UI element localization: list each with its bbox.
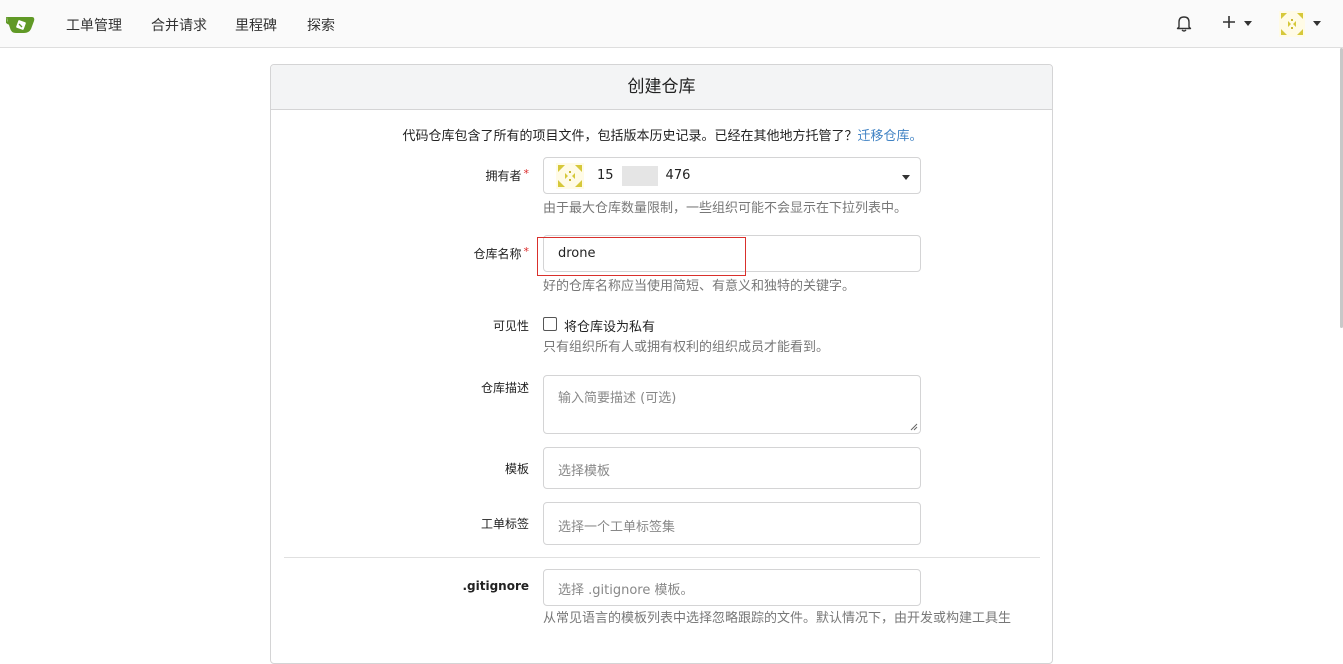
migrate-repo-link[interactable]: 迁移仓库。	[858, 129, 923, 144]
create-new-dropdown[interactable]	[1220, 14, 1254, 34]
repo-name-help: 好的仓库名称应当使用简短、有意义和独特的关键字。	[543, 279, 856, 294]
issue-labels-label: 工单标签	[480, 517, 529, 531]
chevron-down-icon	[1313, 21, 1321, 26]
plus-icon	[1223, 16, 1235, 28]
nav-milestones[interactable]: 里程碑	[235, 15, 277, 35]
private-checkbox-label[interactable]: 将仓库设为私有	[564, 316, 655, 335]
repo-name-label-text: 仓库名称	[473, 247, 522, 261]
redaction-mask	[622, 166, 658, 186]
repo-name-label: 仓库名称 *	[329, 245, 529, 262]
issue-labels-select[interactable]: 选择一个工单标签集	[543, 502, 921, 545]
description-textarea[interactable]: 输入简要描述 (可选)	[543, 375, 921, 434]
highlight-box	[537, 237, 746, 276]
visibility-help: 只有组织所有人或拥有权利的组织成员才能看到。	[543, 340, 830, 355]
owner-label-text: 拥有者	[485, 169, 522, 183]
resize-handle-icon[interactable]	[910, 423, 918, 431]
private-checkbox[interactable]	[543, 317, 557, 331]
owner-avatar	[556, 163, 584, 189]
required-asterisk: *	[523, 245, 530, 258]
user-menu[interactable]	[1279, 11, 1323, 37]
owner-dropdown[interactable]: 15 476	[543, 157, 921, 194]
chevron-down-icon	[902, 175, 910, 180]
owner-value-suffix: 476	[665, 168, 691, 183]
top-navbar: 工单管理 合并请求 里程碑 探索	[0, 0, 1343, 48]
intro-text: 代码仓库包含了所有的项目文件，包括版本历史记录。已经在其他地方托管了？迁移仓库。	[271, 125, 1054, 144]
nav-issues[interactable]: 工单管理	[66, 15, 122, 35]
divider	[284, 557, 1040, 558]
gitea-logo-icon[interactable]	[6, 12, 36, 34]
avatar	[1279, 11, 1305, 37]
description-label: 仓库描述	[480, 381, 529, 395]
owner-help: 由于最大仓库数量限制，一些组织可能不会显示在下拉列表中。	[543, 201, 908, 216]
visibility-label: 可见性	[492, 319, 529, 333]
create-repo-panel: 创建仓库 代码仓库包含了所有的项目文件，包括版本历史记录。已经在其他地方托管了？…	[270, 64, 1053, 664]
gitignore-select[interactable]: 选择 .gitignore 模板。	[543, 569, 921, 606]
owner-label: 拥有者 *	[329, 167, 529, 184]
gitignore-help: 从常见语言的模板列表中选择忽略跟踪的文件。默认情况下，由开发或构建工具生	[543, 611, 1012, 626]
intro-description: 代码仓库包含了所有的项目文件，包括版本历史记录。已经在其他地方托管了？	[402, 129, 858, 144]
owner-value-prefix: 15	[597, 168, 614, 183]
required-asterisk: *	[523, 167, 530, 180]
gitignore-placeholder: 选择 .gitignore 模板。	[558, 583, 694, 598]
description-placeholder: 输入简要描述 (可选)	[558, 391, 677, 406]
chevron-down-icon	[1244, 21, 1252, 26]
nav-explore[interactable]: 探索	[307, 15, 335, 35]
nav-pull-requests[interactable]: 合并请求	[151, 15, 207, 35]
template-select[interactable]: 选择模板	[543, 447, 921, 489]
bell-icon[interactable]	[1176, 14, 1192, 32]
issue-labels-placeholder: 选择一个工单标签集	[558, 520, 676, 535]
page-title: 创建仓库	[271, 65, 1052, 110]
gitignore-label: .gitignore	[462, 579, 529, 593]
template-placeholder: 选择模板	[558, 464, 611, 479]
template-label: 模板	[504, 462, 529, 476]
